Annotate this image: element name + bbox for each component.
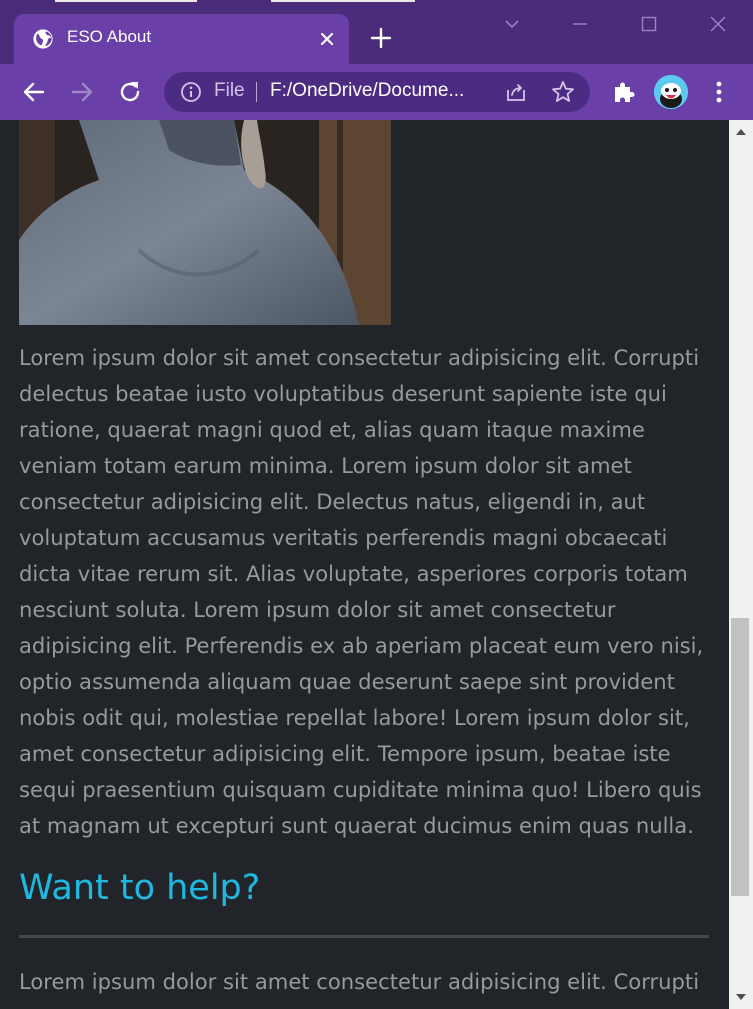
address-separator [256,82,257,102]
share-icon[interactable] [504,80,528,104]
character-portrait-image [19,120,391,325]
intro-paragraph: Lorem ipsum dolor sit amet consectetur a… [19,345,704,838]
browser-toolbar: File F:/OneDrive/Docume... [0,64,753,120]
bookmark-star-icon[interactable] [550,79,576,105]
globe-icon [33,29,53,49]
tab-strip-indicator [55,0,197,2]
tab-search-chevron-icon[interactable] [498,10,526,38]
scroll-down-arrow-icon[interactable] [729,985,753,1009]
vertical-scrollbar[interactable] [729,120,753,1009]
back-arrow-icon[interactable] [20,78,48,106]
forward-arrow-icon[interactable] [68,78,96,106]
avatar-icon [654,75,688,109]
address-bar[interactable]: File F:/OneDrive/Docume... [164,72,590,112]
close-tab-icon[interactable] [317,29,337,49]
minimize-icon[interactable] [566,10,594,38]
section-divider [19,935,709,938]
scrollbar-thumb[interactable] [731,618,749,896]
kebab-menu-icon[interactable] [708,79,730,105]
extensions-puzzle-icon[interactable] [611,79,637,105]
info-icon[interactable] [180,81,202,103]
page-content: Lorem ipsum dolor sit amet consectetur a… [0,120,729,1009]
want-to-help-heading: Want to help? [19,868,261,908]
browser-tab-active[interactable]: ESO About [14,14,349,64]
profile-avatar[interactable] [654,75,688,109]
url-scheme-label: File [214,80,245,101]
new-tab-icon[interactable] [368,25,394,51]
window-close-icon[interactable] [704,10,732,38]
tab-strip-indicator [271,0,415,2]
scroll-up-arrow-icon[interactable] [729,120,753,144]
url-text[interactable]: F:/OneDrive/Docume... [270,80,464,102]
browser-tab-bar: ESO About [0,0,753,64]
reload-icon[interactable] [116,78,144,106]
maximize-icon[interactable] [635,10,663,38]
tab-title: ESO About [67,27,152,46]
help-paragraph: Lorem ipsum dolor sit amet consectetur a… [19,969,700,994]
